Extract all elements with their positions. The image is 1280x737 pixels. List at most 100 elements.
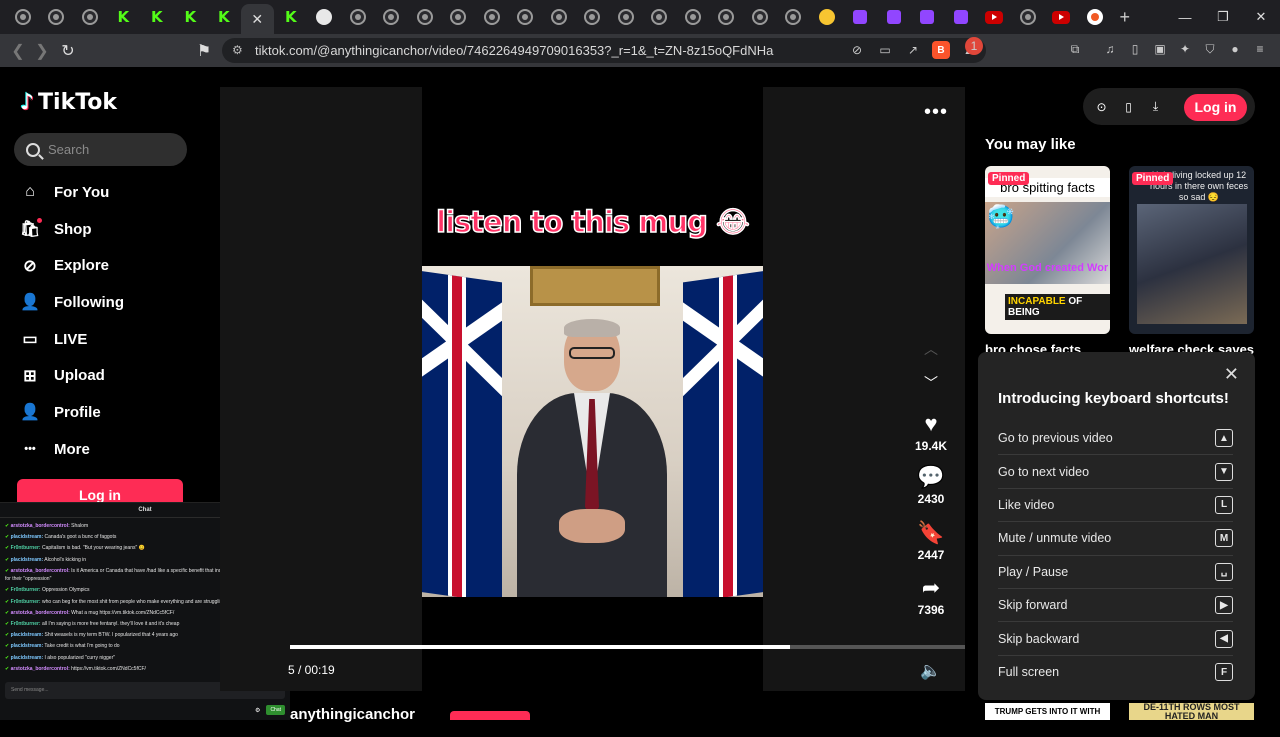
next-video-icon[interactable]: ﹀ — [920, 373, 942, 393]
sidebar-item-live[interactable]: ▭ LIVE — [20, 321, 124, 358]
browser-tab[interactable] — [1011, 3, 1045, 31]
browser-tab[interactable] — [40, 3, 74, 31]
progress-bar[interactable] — [290, 645, 965, 649]
bookmark-icon[interactable]: ⚑ — [192, 39, 216, 63]
browser-tab[interactable] — [810, 3, 844, 31]
browser-tab[interactable] — [1045, 3, 1079, 31]
save-action[interactable]: 🔖 2447 — [910, 520, 952, 562]
browser-tab[interactable] — [944, 3, 978, 31]
tiktok-logo[interactable]: ♪ TikTok — [20, 90, 117, 115]
restore-icon[interactable]: ❐ — [1204, 0, 1242, 34]
screenshot-icon[interactable]: ⧉ — [1067, 41, 1083, 57]
login-button-top[interactable]: Log in — [1184, 94, 1247, 121]
browser-tab[interactable] — [576, 3, 610, 31]
chat-username[interactable]: Fr0ntburner: — [11, 587, 41, 593]
browser-tab[interactable] — [375, 3, 409, 31]
browser-tab[interactable] — [777, 3, 811, 31]
browser-tab[interactable] — [442, 3, 476, 31]
share-icon[interactable]: ↗ — [904, 41, 922, 59]
chat-username[interactable]: placidstream: — [11, 632, 44, 638]
forward-icon[interactable]: ❯ — [30, 39, 54, 63]
like-action[interactable]: ♥ 19.4K — [910, 411, 952, 453]
reload-icon[interactable]: ↻ — [56, 39, 80, 63]
close-icon[interactable]: ✕ — [1224, 364, 1239, 385]
browser-tab[interactable]: K — [140, 3, 174, 31]
device-icon[interactable]: ▯ — [1120, 97, 1137, 116]
back-icon[interactable]: ❮ — [6, 39, 30, 63]
sidebar-icon[interactable]: ▯ — [1127, 41, 1143, 57]
previous-video-icon[interactable]: ︿ — [920, 339, 942, 359]
video-player[interactable]: listen to this mug 😂 — [422, 87, 763, 691]
chat-username[interactable]: placidstream: — [11, 557, 44, 563]
suggested-video-2[interactable]: He's living locked up 12 hours in there … — [1129, 166, 1254, 334]
tab-close-icon[interactable]: ✕ — [251, 11, 263, 28]
browser-tab[interactable] — [341, 3, 375, 31]
chat-username[interactable]: placidstream: — [11, 655, 44, 661]
browser-tab[interactable] — [743, 3, 777, 31]
share-action[interactable]: ➦ 7396 — [910, 575, 952, 617]
browser-tab[interactable] — [710, 3, 744, 31]
wallet-icon[interactable]: ▣ — [1152, 41, 1168, 57]
sidebar-item-shop[interactable]: 🛍 Shop — [20, 211, 124, 248]
search-input[interactable]: Search — [14, 133, 187, 166]
follow-button[interactable] — [450, 711, 530, 720]
sidebar-item-upload[interactable]: ⊞ Upload — [20, 357, 124, 394]
browser-tab[interactable] — [408, 3, 442, 31]
menu-icon[interactable]: ≡ — [1252, 41, 1268, 57]
browser-tab[interactable]: K — [207, 3, 241, 31]
browser-tab[interactable] — [844, 3, 878, 31]
minimize-icon[interactable]: — — [1166, 0, 1204, 34]
chat-send-button[interactable]: Chat — [266, 705, 285, 715]
music-icon[interactable]: ♫ — [1102, 41, 1118, 57]
site-settings-icon[interactable]: ⚙ — [232, 43, 243, 57]
vpn-icon[interactable]: ⛉ — [1202, 41, 1218, 57]
chat-username[interactable]: Fr0ntburner: — [11, 599, 41, 605]
download-icon[interactable]: ⤓ — [1147, 97, 1164, 116]
cast-icon[interactable]: ▭ — [876, 41, 894, 59]
browser-tab[interactable] — [542, 3, 576, 31]
chat-username[interactable]: arstotzka_bordercontrol: — [11, 523, 70, 529]
brave-rewards-icon[interactable]: ▲1 — [960, 37, 983, 59]
video-author[interactable]: anythingicanchor — [290, 706, 415, 723]
browser-tab[interactable] — [308, 3, 342, 31]
browser-tab[interactable]: K — [274, 3, 308, 31]
profile-avatar-icon[interactable]: ● — [1227, 41, 1243, 57]
suggested-video-1[interactable]: bro spitting facts 🥶 When God created Wo… — [985, 166, 1110, 334]
sidebar-item-profile[interactable]: 👤 Profile — [20, 394, 124, 431]
sidebar-item-explore[interactable]: ⊘ Explore — [20, 247, 124, 284]
new-tab-icon[interactable]: + — [1120, 7, 1131, 28]
comment-action[interactable]: 💬 2430 — [910, 464, 952, 506]
browser-tab[interactable]: K — [107, 3, 141, 31]
chat-username[interactable]: arstotzka_bordercontrol: — [11, 610, 70, 616]
browser-tab[interactable] — [6, 3, 40, 31]
browser-tab[interactable] — [877, 3, 911, 31]
chat-username[interactable]: placidstream: — [11, 534, 44, 540]
browser-tab[interactable] — [1078, 3, 1112, 31]
browser-tab[interactable] — [978, 3, 1012, 31]
volume-icon[interactable]: 🔈 — [920, 661, 941, 681]
browser-tab[interactable] — [609, 3, 643, 31]
browser-tab[interactable] — [509, 3, 543, 31]
chat-settings-icon[interactable]: ⚙ — [255, 707, 260, 714]
coins-icon[interactable]: ⊙ — [1093, 97, 1110, 116]
close-window-icon[interactable]: ✕ — [1242, 0, 1280, 34]
sidebar-item-for-you[interactable]: ⌂ For You — [20, 174, 124, 211]
suggested-video-3[interactable]: TRUMP GETS INTO IT WITH MAINE — [985, 703, 1110, 733]
browser-tab[interactable]: K — [174, 3, 208, 31]
more-options-icon[interactable]: ••• — [924, 101, 948, 124]
sidebar-item-following[interactable]: 👤 Following — [20, 284, 124, 321]
leo-icon[interactable]: ✦ — [1177, 41, 1193, 57]
chat-username[interactable]: arstotzka_bordercontrol: — [11, 666, 70, 672]
sidebar-item-more[interactable]: ••• More — [20, 431, 124, 468]
browser-tab[interactable]: ✕ — [240, 4, 274, 34]
browser-tab[interactable] — [911, 3, 945, 31]
chat-username[interactable]: Fr0ntburner: — [11, 545, 41, 551]
chat-username[interactable]: arstotzka_bordercontrol: — [11, 568, 70, 574]
browser-tab[interactable] — [643, 3, 677, 31]
chat-username[interactable]: placidstream: — [11, 643, 44, 649]
browser-tab[interactable] — [475, 3, 509, 31]
no-tracking-icon[interactable]: ⊘ — [848, 41, 866, 59]
chat-username[interactable]: Fr0ntburner: — [11, 621, 41, 627]
browser-tab[interactable] — [73, 3, 107, 31]
brave-shields-icon[interactable]: B — [932, 41, 950, 59]
